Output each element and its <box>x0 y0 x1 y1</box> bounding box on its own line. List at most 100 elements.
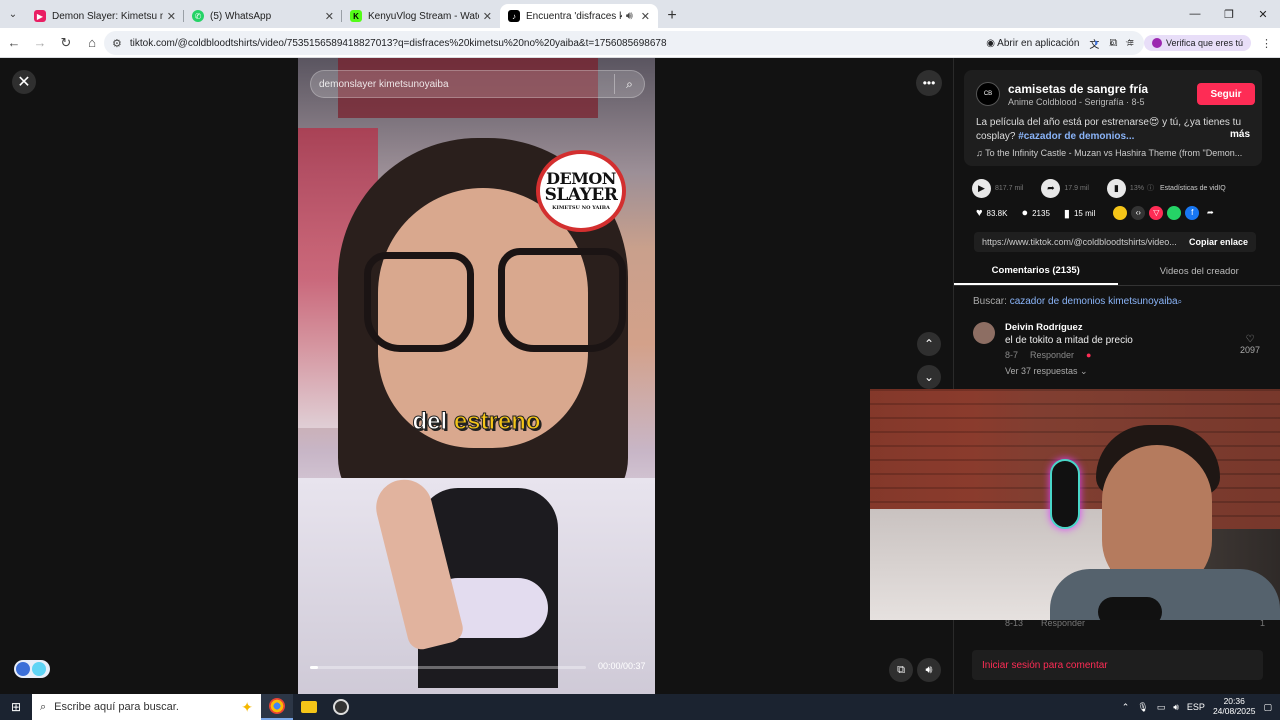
tab-comments[interactable]: Comentarios (2135) <box>954 258 1118 285</box>
bookmark-icon[interactable]: ▮ <box>1064 207 1070 220</box>
engagement-row: ♥ 83.8K ● 2135 ▮ 15 mil ‹› ▽ f ➦ <box>976 204 1276 222</box>
close-video-button[interactable]: ✕ <box>12 70 36 94</box>
related-search-link[interactable]: cazador de demonios kimetsunoyaiba <box>1010 296 1178 307</box>
video-glasses <box>364 252 474 352</box>
music-link[interactable]: ♫ To the Infinity Castle - Muzan vs Hash… <box>976 148 1256 158</box>
speaker-icon[interactable]: 🔊︎ <box>626 10 633 23</box>
comment-icon[interactable]: ● <box>1021 207 1028 219</box>
close-icon[interactable]: ✕ <box>483 10 492 23</box>
tab-search-icon[interactable]: ⌄ <box>0 0 26 28</box>
search-icon: ⌕ <box>40 700 47 713</box>
more-link[interactable]: más <box>1230 129 1250 140</box>
view-replies-link[interactable]: Ver 37 respuestas ⌄ <box>1005 366 1088 377</box>
streamer-shirt <box>1050 569 1280 620</box>
sparkle-icon: ✦ <box>241 698 253 715</box>
tab-whatsapp[interactable]: ✆ (5) WhatsApp ✕ <box>184 4 342 28</box>
tray-chevron-icon[interactable]: ⌃ <box>1122 702 1130 713</box>
tab-tiktok[interactable]: ♪ Encuentra 'disfraces kimetsu 🔊︎ ✕ <box>500 4 658 28</box>
extension-icon[interactable]: ◗ <box>1093 37 1100 49</box>
obs-icon <box>333 699 349 715</box>
more-options-button[interactable]: ••• <box>916 70 942 96</box>
heart-outline-icon[interactable]: ♡ <box>1246 334 1255 345</box>
toggle-power-icon <box>32 662 46 676</box>
video-search-bar[interactable]: demonslayer kimetsunoyaiba ⌕ <box>310 70 645 98</box>
follow-button[interactable]: Seguir <box>1197 83 1255 105</box>
like-heart-icon[interactable]: ♥ <box>976 207 983 219</box>
chrome-taskbar-icon[interactable] <box>261 694 293 720</box>
tab-strip: ⌄ ▶ Demon Slayer: Kimetsu no Yaiba ✕ ✆ (… <box>0 0 1280 28</box>
copy-link-row: https://www.tiktok.com/@coldbloodtshirts… <box>974 232 1256 252</box>
author-avatar[interactable]: CB <box>976 82 1000 106</box>
menu-kebab-icon[interactable]: ⋮ <box>1261 37 1272 50</box>
volume-button[interactable]: 🔊︎ <box>917 658 941 682</box>
forward-icon[interactable]: → <box>28 31 52 55</box>
language-indicator[interactable]: ESP <box>1187 702 1205 712</box>
coin-icon[interactable] <box>1113 206 1128 220</box>
open-in-app-label: Abrir en aplicación <box>997 37 1080 49</box>
site-info-icon[interactable]: ⚙ <box>112 37 122 50</box>
volume-tray-icon[interactable]: 🔊︎ <box>1173 702 1179 713</box>
explorer-taskbar-icon[interactable] <box>293 694 325 720</box>
clock[interactable]: 20:36 24/08/2025 <box>1213 696 1256 717</box>
reply-button[interactable]: Responder <box>1030 350 1074 360</box>
comment-like-count: 2097 <box>1239 345 1261 355</box>
close-window-icon[interactable]: ✕ <box>1246 0 1280 28</box>
restore-icon[interactable]: ❐ <box>1212 0 1246 28</box>
share-arrow-icon: ➦ <box>1041 178 1061 198</box>
share-more-icon[interactable]: ➦ <box>1203 206 1217 220</box>
new-tab-button[interactable]: + <box>658 4 686 28</box>
toolbar-right: ◗ ⧉ ≡ Verifica que eres tú ⋮ <box>1093 31 1280 55</box>
pip-button[interactable]: ⧉ <box>889 658 913 682</box>
search-icon[interactable]: ⌕ <box>614 74 644 94</box>
video-progress-bar[interactable] <box>310 666 586 669</box>
back-icon[interactable]: ← <box>2 31 26 55</box>
hashtag-link[interactable]: #cazador de demonios... <box>1018 131 1134 142</box>
microphone <box>1098 597 1162 620</box>
comment-like[interactable]: ♡ 2097 <box>1237 334 1263 355</box>
whatsapp-share-icon[interactable] <box>1167 206 1182 220</box>
close-icon[interactable]: ✕ <box>325 10 334 23</box>
url-text[interactable]: tiktok.com/@coldbloodtshirts/video/75351… <box>130 38 986 49</box>
video-player[interactable]: demonslayer kimetsunoyaiba ⌕ DEMON SLAYE… <box>298 58 655 694</box>
video-search-text[interactable]: demonslayer kimetsunoyaiba <box>319 79 614 90</box>
plays-count: 817.7 mil <box>995 184 1024 192</box>
profile-verify-button[interactable]: Verifica que eres tú <box>1143 35 1251 51</box>
author-name[interactable]: camisetas de sangre fría <box>1008 82 1148 96</box>
reload-icon[interactable]: ↻ <box>54 31 78 55</box>
extension-toggle[interactable] <box>14 660 50 678</box>
close-icon[interactable]: ✕ <box>641 10 650 23</box>
extensions-puzzle-icon[interactable]: ⧉ <box>1110 37 1118 50</box>
taskbar-search-placeholder[interactable]: Escribe aquí para buscar. <box>54 701 241 713</box>
network-icon[interactable]: ▭ <box>1157 702 1166 713</box>
mic-tray-icon[interactable]: 🎙︎ <box>1137 702 1148 713</box>
address-bar[interactable]: ⚙ tiktok.com/@coldbloodtshirts/video/753… <box>104 31 1144 55</box>
copy-link-button[interactable]: Copiar enlace <box>1181 237 1256 247</box>
commenter-avatar[interactable] <box>973 322 995 344</box>
logo-line-3: KIMETSU NO YAIBA <box>552 205 610 211</box>
taskbar-search[interactable]: ⌕ Escribe aquí para buscar. ✦ <box>32 694 261 720</box>
facebook-share-icon[interactable]: f <box>1185 206 1200 220</box>
open-in-app-button[interactable]: ◉ Abrir en aplicación <box>986 38 1079 49</box>
send-icon[interactable]: ▽ <box>1149 206 1164 220</box>
windows-start-icon[interactable]: ⊞ <box>0 694 32 720</box>
vidiq-stats-link[interactable]: Estadísticas de vidIQ <box>1160 185 1226 192</box>
login-to-comment[interactable]: Iniciar sesión para comentar <box>972 650 1263 680</box>
tab-kick-stream[interactable]: K KenyuVlog Stream - Watch Live ✕ <box>342 4 500 28</box>
home-icon[interactable]: ⌂ <box>80 31 104 55</box>
tab-demon-slayer[interactable]: ▶ Demon Slayer: Kimetsu no Yaiba ✕ <box>26 4 184 28</box>
tab-title: KenyuVlog Stream - Watch Live <box>368 10 479 22</box>
previous-video-button[interactable]: ⌃ <box>917 332 941 356</box>
close-icon[interactable]: ✕ <box>167 10 176 23</box>
likes-count: 83.8K <box>986 208 1008 218</box>
video-link-text[interactable]: https://www.tiktok.com/@coldbloodtshirts… <box>974 237 1181 247</box>
media-control-icon[interactable]: ≡ <box>1128 37 1134 49</box>
search-icon[interactable]: ⌕ <box>1178 297 1182 306</box>
comment-item: Deivin Rodríguez el de tokito a mitad de… <box>973 320 1263 380</box>
next-video-button[interactable]: ⌄ <box>917 365 941 389</box>
tab-creator-videos[interactable]: Videos del creador <box>1118 258 1280 285</box>
notifications-icon[interactable]: ▢ <box>1263 702 1272 713</box>
embed-icon[interactable]: ‹› <box>1131 206 1146 220</box>
minimize-icon[interactable]: — <box>1178 0 1212 28</box>
commenter-name[interactable]: Deivin Rodríguez <box>1005 322 1083 333</box>
app-taskbar-icon[interactable] <box>325 694 357 720</box>
